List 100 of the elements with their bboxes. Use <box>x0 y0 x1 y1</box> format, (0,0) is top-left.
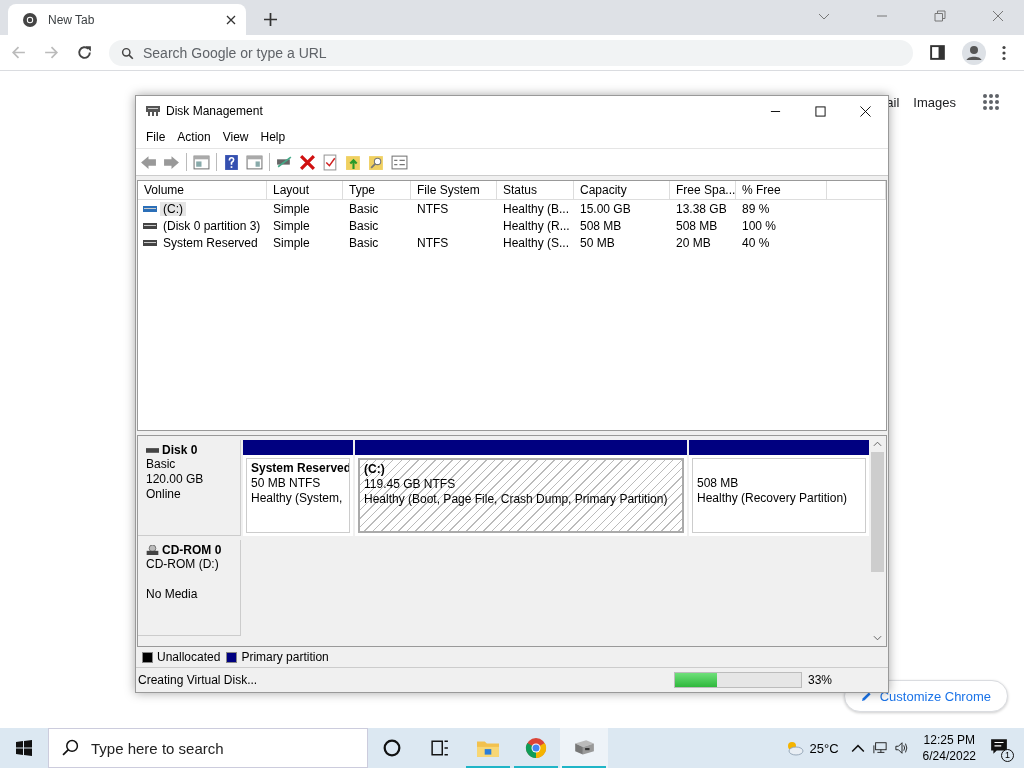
address-bar[interactable]: Search Google or type a URL <box>109 39 913 66</box>
disk-name: CD-ROM 0 <box>162 543 222 557</box>
table-cell-text: Simple <box>272 235 311 250</box>
restore-icon[interactable] <box>934 10 946 22</box>
table-cell-text: Healthy (R... <box>502 218 571 233</box>
disk-label-panel[interactable]: CD-ROM 0 CD-ROM (D:) No Media <box>138 540 241 636</box>
disk-icon <box>145 103 161 119</box>
table-cell-text: NTFS <box>416 235 450 250</box>
panel-icon[interactable] <box>246 153 263 171</box>
table-cell-text: 13.38 GB <box>675 201 728 216</box>
menu-item[interactable]: File <box>140 130 172 144</box>
help-icon[interactable] <box>223 153 240 171</box>
legend-label: Primary partition <box>241 650 329 664</box>
drive-label[interactable]: (C:) <box>160 201 186 216</box>
menu-item[interactable]: Action <box>171 130 217 144</box>
apps-grid-icon[interactable] <box>982 93 1000 111</box>
properties-icon[interactable] <box>391 153 408 171</box>
column-header[interactable]: Free Spa... <box>670 181 736 199</box>
folder-icon <box>477 738 499 758</box>
partition-status: Healthy (Boot, Page File, Crash Dump, Primary Partition) <box>364 492 669 507</box>
taskbar-app[interactable] <box>560 728 608 768</box>
disk-name: Disk 0 <box>162 443 198 457</box>
disk-info: 120.00 GB <box>146 472 205 487</box>
side-panel-icon[interactable] <box>929 44 946 61</box>
partition-status: Healthy (Recovery Partition) <box>697 491 849 506</box>
drive-label[interactable]: System Reserved <box>160 235 261 250</box>
disk-info: Online <box>146 487 182 502</box>
column-header[interactable]: Status <box>497 181 574 199</box>
partition-size: 50 MB NTFS <box>251 476 322 491</box>
page-link[interactable]: Images <box>913 94 956 110</box>
partition-size: 119.45 GB NTFS <box>364 477 457 492</box>
scroll-down-icon[interactable] <box>873 635 882 641</box>
table-cell-text: Simple <box>272 218 311 233</box>
table-cell-text: Basic <box>348 218 380 233</box>
scroll-thumb[interactable] <box>871 452 884 572</box>
table-cell-text: NTFS <box>416 201 450 216</box>
volume-icon <box>143 238 157 247</box>
partition-status: Healthy (System, <box>251 491 344 506</box>
search-icon <box>62 739 79 756</box>
chrome-icon <box>525 738 547 758</box>
column-header[interactable]: Type <box>343 181 411 199</box>
checklist-icon[interactable] <box>322 153 339 171</box>
window-title: Disk Management <box>166 104 263 118</box>
progress-reading: 33% <box>807 673 834 687</box>
partition-size: 508 MB <box>697 476 740 491</box>
new-tab-icon[interactable] <box>264 13 277 26</box>
table-cell-text: 50 MB <box>579 235 616 250</box>
table-cell-text: 15.00 GB <box>579 201 632 216</box>
taskbar-search-field[interactable]: Type here to search <box>48 728 368 768</box>
close-icon[interactable] <box>226 14 236 25</box>
table-cell-text: 40 % <box>741 235 771 250</box>
cd-drive-icon <box>146 545 159 555</box>
column-header[interactable]: Volume <box>138 181 267 199</box>
menu-item[interactable]: View <box>216 130 255 144</box>
folder-up-icon[interactable] <box>345 153 362 171</box>
table-cell-text: Simple <box>272 201 311 216</box>
clock[interactable]: 12:25 PM 6/24/2022 <box>912 732 986 764</box>
table-cell-text: Basic <box>348 201 380 216</box>
back-arrow-icon[interactable] <box>140 153 157 171</box>
column-header[interactable]: Layout <box>267 181 343 199</box>
scroll-up-icon[interactable] <box>873 441 882 447</box>
column-header[interactable]: Capacity <box>574 181 670 199</box>
column-header[interactable]: % Free <box>736 181 827 199</box>
legend-label: Unallocated <box>157 650 221 664</box>
drive-label[interactable]: (Disk 0 partition 3) <box>160 218 264 233</box>
table-cell-text: Healthy (B... <box>502 201 571 216</box>
menu-icon[interactable] <box>1002 44 1006 61</box>
table-cell-text: Healthy (S... <box>502 235 571 250</box>
table-cell-text: Basic <box>348 235 380 250</box>
disk-info: Basic <box>146 457 177 472</box>
temperature[interactable]: 25°C <box>809 740 839 756</box>
chrome-icon <box>22 11 38 28</box>
partition-name: (C:) <box>364 462 386 477</box>
browser-tab[interactable]: New Tab <box>8 4 246 35</box>
table-cell-text: 89 % <box>741 201 771 216</box>
notification-icon <box>990 738 1008 756</box>
scrollbar[interactable] <box>869 436 886 646</box>
column-header[interactable]: File System <box>411 181 497 199</box>
disk-info: CD-ROM (D:) <box>146 557 220 572</box>
partition-block[interactable]: (C:) 119.45 GB NTFS Healthy (Boot, Page File, Crash Dump, Primary Partition) <box>355 440 687 536</box>
search-icon <box>121 46 134 60</box>
task-view-icon[interactable] <box>431 739 449 757</box>
table-cell-text: 508 MB <box>675 218 719 233</box>
disk-label-panel[interactable]: Disk 0 Basic 120.00 GB Online <box>138 440 241 536</box>
menu-item[interactable]: Help <box>254 130 292 144</box>
volume-icon <box>143 221 157 230</box>
folder-search-icon[interactable] <box>368 153 385 171</box>
status-text: Creating Virtual Disk... <box>138 673 258 687</box>
table-cell-text: 508 MB <box>579 218 623 233</box>
cortana-icon[interactable] <box>383 739 401 757</box>
panel-icon[interactable] <box>193 153 210 171</box>
volume-icon <box>143 204 157 213</box>
disk-info: No Media <box>146 587 199 602</box>
table-cell-text: 20 MB <box>675 235 712 250</box>
profile-icon[interactable] <box>962 40 986 65</box>
partition-block[interactable]: 508 MB Healthy (Recovery Partition) <box>689 440 869 536</box>
table-cell-text: 100 % <box>741 218 778 233</box>
reload-icon[interactable] <box>76 44 93 61</box>
delete-icon[interactable] <box>299 153 316 171</box>
notification-count: 1 <box>1001 749 1014 762</box>
